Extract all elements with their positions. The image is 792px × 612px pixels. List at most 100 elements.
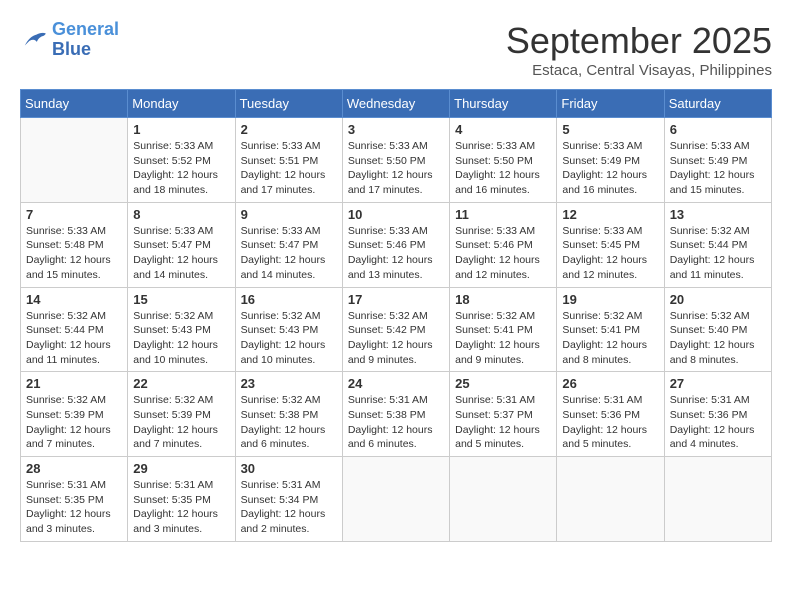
day-info: Sunrise: 5:32 AMSunset: 5:39 PMDaylight:…: [26, 393, 122, 452]
calendar-cell: 2 Sunrise: 5:33 AMSunset: 5:51 PMDaylight…: [235, 118, 342, 203]
calendar-cell: 26 Sunrise: 5:31 AMSunset: 5:36 PMDayligh…: [557, 372, 664, 457]
day-number: 18: [455, 292, 551, 307]
day-number: 13: [670, 207, 766, 222]
logo-general: General: [52, 19, 119, 39]
calendar-cell: 24 Sunrise: 5:31 AMSunset: 5:38 PMDayligh…: [342, 372, 449, 457]
day-number: 30: [241, 461, 337, 476]
header-wednesday: Wednesday: [342, 90, 449, 118]
day-number: 15: [133, 292, 229, 307]
calendar-week-1: 1 Sunrise: 5:33 AMSunset: 5:52 PMDaylight…: [21, 118, 772, 203]
day-number: 20: [670, 292, 766, 307]
calendar-cell: 23 Sunrise: 5:32 AMSunset: 5:38 PMDayligh…: [235, 372, 342, 457]
calendar-cell: 30Sunrise: 5:31 AMSunset: 5:34 PMDayligh…: [235, 457, 342, 542]
day-info: Sunrise: 5:32 AMSunset: 5:38 PMDaylight:…: [241, 393, 337, 452]
day-info: Sunrise: 5:33 AMSunset: 5:46 PMDaylight:…: [348, 224, 444, 283]
day-number: 5: [562, 122, 658, 137]
day-number: 2: [241, 122, 337, 137]
calendar-cell: 12Sunrise: 5:33 AMSunset: 5:45 PMDayligh…: [557, 202, 664, 287]
calendar-cell: 13 Sunrise: 5:32 AMSunset: 5:44 PMDayligh…: [664, 202, 771, 287]
day-info: Sunrise: 5:33 AMSunset: 5:49 PMDaylight:…: [670, 139, 766, 198]
calendar-cell: 18 Sunrise: 5:32 AMSunset: 5:41 PMDayligh…: [450, 287, 557, 372]
day-info: Sunrise: 5:31 AMSunset: 5:35 PMDaylight:…: [26, 478, 122, 537]
month-title: September 2025: [506, 20, 772, 62]
day-info: Sunrise: 5:33 AMSunset: 5:45 PMDaylight:…: [562, 224, 658, 283]
day-number: 28: [26, 461, 122, 476]
header-thursday: Thursday: [450, 90, 557, 118]
day-info: Sunrise: 5:33 AMSunset: 5:47 PMDaylight:…: [133, 224, 229, 283]
calendar-cell: 4 Sunrise: 5:33 AMSunset: 5:50 PMDaylight…: [450, 118, 557, 203]
day-info: Sunrise: 5:33 AMSunset: 5:52 PMDaylight:…: [133, 139, 229, 198]
calendar-cell: 19 Sunrise: 5:32 AMSunset: 5:41 PMDayligh…: [557, 287, 664, 372]
day-number: 16: [241, 292, 337, 307]
day-number: 22: [133, 376, 229, 391]
day-info: Sunrise: 5:32 AMSunset: 5:42 PMDaylight:…: [348, 309, 444, 368]
day-info: Sunrise: 5:33 AMSunset: 5:47 PMDaylight:…: [241, 224, 337, 283]
calendar-cell: 25Sunrise: 5:31 AMSunset: 5:37 PMDayligh…: [450, 372, 557, 457]
day-info: Sunrise: 5:32 AMSunset: 5:44 PMDaylight:…: [670, 224, 766, 283]
day-number: 24: [348, 376, 444, 391]
day-info: Sunrise: 5:33 AMSunset: 5:50 PMDaylight:…: [348, 139, 444, 198]
calendar-cell: 11Sunrise: 5:33 AMSunset: 5:46 PMDayligh…: [450, 202, 557, 287]
day-number: 29: [133, 461, 229, 476]
day-number: 27: [670, 376, 766, 391]
page-header: General Blue September 2025 Estaca, Cent…: [20, 20, 772, 79]
day-info: Sunrise: 5:31 AMSunset: 5:36 PMDaylight:…: [670, 393, 766, 452]
day-info: Sunrise: 5:32 AMSunset: 5:43 PMDaylight:…: [241, 309, 337, 368]
day-number: 23: [241, 376, 337, 391]
header-monday: Monday: [128, 90, 235, 118]
calendar-cell: 10 Sunrise: 5:33 AMSunset: 5:46 PMDayligh…: [342, 202, 449, 287]
day-info: Sunrise: 5:31 AMSunset: 5:36 PMDaylight:…: [562, 393, 658, 452]
header-tuesday: Tuesday: [235, 90, 342, 118]
calendar-cell: 28 Sunrise: 5:31 AMSunset: 5:35 PMDayligh…: [21, 457, 128, 542]
calendar-cell: 14Sunrise: 5:32 AMSunset: 5:44 PMDayligh…: [21, 287, 128, 372]
calendar-cell: 16 Sunrise: 5:32 AMSunset: 5:43 PMDayligh…: [235, 287, 342, 372]
day-number: 17: [348, 292, 444, 307]
day-info: Sunrise: 5:33 AMSunset: 5:49 PMDaylight:…: [562, 139, 658, 198]
day-number: 9: [241, 207, 337, 222]
calendar-cell: 29 Sunrise: 5:31 AMSunset: 5:35 PMDayligh…: [128, 457, 235, 542]
day-info: Sunrise: 5:31 AMSunset: 5:38 PMDaylight:…: [348, 393, 444, 452]
day-info: Sunrise: 5:32 AMSunset: 5:44 PMDaylight:…: [26, 309, 122, 368]
calendar-cell: 27 Sunrise: 5:31 AMSunset: 5:36 PMDayligh…: [664, 372, 771, 457]
calendar-cell: 17 Sunrise: 5:32 AMSunset: 5:42 PMDayligh…: [342, 287, 449, 372]
calendar-cell: [664, 457, 771, 542]
day-info: Sunrise: 5:31 AMSunset: 5:35 PMDaylight:…: [133, 478, 229, 537]
calendar-cell: [21, 118, 128, 203]
calendar-cell: 22Sunrise: 5:32 AMSunset: 5:39 PMDayligh…: [128, 372, 235, 457]
logo-text: General Blue: [52, 20, 119, 60]
day-info: Sunrise: 5:32 AMSunset: 5:41 PMDaylight:…: [562, 309, 658, 368]
calendar-week-3: 14Sunrise: 5:32 AMSunset: 5:44 PMDayligh…: [21, 287, 772, 372]
header-sunday: Sunday: [21, 90, 128, 118]
location: Estaca, Central Visayas, Philippines: [506, 62, 772, 79]
calendar-cell: 21Sunrise: 5:32 AMSunset: 5:39 PMDayligh…: [21, 372, 128, 457]
calendar-cell: [342, 457, 449, 542]
calendar-cell: 1 Sunrise: 5:33 AMSunset: 5:52 PMDaylight…: [128, 118, 235, 203]
calendar-cell: 3Sunrise: 5:33 AMSunset: 5:50 PMDaylight…: [342, 118, 449, 203]
logo-bird-icon: [20, 29, 48, 51]
day-number: 10: [348, 207, 444, 222]
calendar-cell: 7 Sunrise: 5:33 AMSunset: 5:48 PMDaylight…: [21, 202, 128, 287]
calendar-cell: [557, 457, 664, 542]
logo-blue: Blue: [52, 39, 91, 59]
calendar-cell: 15 Sunrise: 5:32 AMSunset: 5:43 PMDayligh…: [128, 287, 235, 372]
day-info: Sunrise: 5:33 AMSunset: 5:48 PMDaylight:…: [26, 224, 122, 283]
logo: General Blue: [20, 20, 119, 60]
calendar-cell: 9 Sunrise: 5:33 AMSunset: 5:47 PMDaylight…: [235, 202, 342, 287]
day-info: Sunrise: 5:32 AMSunset: 5:40 PMDaylight:…: [670, 309, 766, 368]
day-number: 26: [562, 376, 658, 391]
calendar-cell: 20 Sunrise: 5:32 AMSunset: 5:40 PMDayligh…: [664, 287, 771, 372]
calendar-table: SundayMondayTuesdayWednesdayThursdayFrid…: [20, 89, 772, 542]
day-info: Sunrise: 5:32 AMSunset: 5:41 PMDaylight:…: [455, 309, 551, 368]
title-block: September 2025 Estaca, Central Visayas, …: [506, 20, 772, 79]
day-number: 1: [133, 122, 229, 137]
day-info: Sunrise: 5:32 AMSunset: 5:43 PMDaylight:…: [133, 309, 229, 368]
day-number: 7: [26, 207, 122, 222]
day-number: 19: [562, 292, 658, 307]
calendar-week-5: 28 Sunrise: 5:31 AMSunset: 5:35 PMDayligh…: [21, 457, 772, 542]
day-info: Sunrise: 5:31 AMSunset: 5:37 PMDaylight:…: [455, 393, 551, 452]
calendar-cell: 5 Sunrise: 5:33 AMSunset: 5:49 PMDaylight…: [557, 118, 664, 203]
day-info: Sunrise: 5:33 AMSunset: 5:50 PMDaylight:…: [455, 139, 551, 198]
calendar-cell: 6Sunrise: 5:33 AMSunset: 5:49 PMDaylight…: [664, 118, 771, 203]
day-number: 4: [455, 122, 551, 137]
day-info: Sunrise: 5:33 AMSunset: 5:51 PMDaylight:…: [241, 139, 337, 198]
